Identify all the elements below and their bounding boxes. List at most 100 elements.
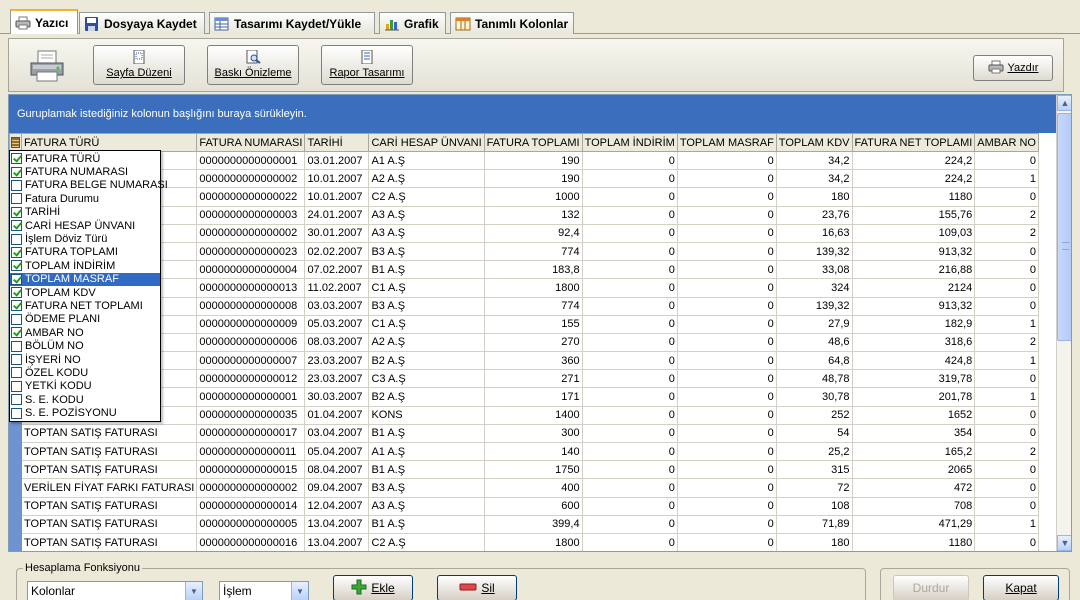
table-cell[interactable]: 139,32 xyxy=(775,296,853,316)
column-chooser-item[interactable]: BÖLÜM NO xyxy=(10,339,160,352)
column-header[interactable]: FATURA NET TOPLAMI xyxy=(851,133,976,152)
column-header[interactable]: FATURA TÜRÜ xyxy=(20,133,198,152)
checkbox[interactable] xyxy=(11,327,22,339)
table-cell[interactable]: 0 xyxy=(581,150,678,171)
table-cell[interactable]: 0 xyxy=(676,351,777,371)
table-cell[interactable]: 05.04.2007 xyxy=(304,441,370,462)
checkbox[interactable] xyxy=(11,340,22,352)
table-cell[interactable]: 30.01.2007 xyxy=(304,223,370,243)
table-cell[interactable]: 25,2 xyxy=(775,441,853,462)
table-cell[interactable]: 270 xyxy=(483,332,583,353)
table-cell[interactable]: 708 xyxy=(851,496,976,516)
table-cell[interactable]: 07.02.2007 xyxy=(304,260,370,280)
table-cell[interactable]: 155,76 xyxy=(851,205,976,225)
table-cell[interactable]: 0 xyxy=(676,241,777,262)
table-cell[interactable]: 165,2 xyxy=(851,441,976,462)
table-cell[interactable]: 201,78 xyxy=(851,387,976,407)
delete-button[interactable]: Sil xyxy=(437,575,517,600)
operation-combo[interactable]: İşlem ▼ xyxy=(219,581,309,600)
table-cell[interactable]: 0 xyxy=(974,369,1039,389)
table-cell[interactable]: 2124 xyxy=(851,278,976,298)
row-indicator[interactable] xyxy=(9,514,22,534)
checkbox[interactable] xyxy=(11,179,22,191)
table-cell[interactable]: 472 xyxy=(851,478,976,498)
checkbox[interactable] xyxy=(11,233,22,245)
column-header[interactable]: TOPLAM MASRAF xyxy=(676,133,777,152)
column-header[interactable]: TOPLAM KDV xyxy=(775,133,853,152)
table-cell[interactable]: 1 xyxy=(974,351,1039,371)
table-cell[interactable]: 190 xyxy=(483,150,583,171)
table-cell[interactable]: 34,2 xyxy=(775,169,853,189)
chevron-down-icon[interactable]: ▼ xyxy=(291,582,308,600)
table-cell[interactable]: 2 xyxy=(974,332,1039,353)
table-cell[interactable]: 1 xyxy=(974,169,1039,189)
table-cell[interactable]: 0 xyxy=(676,169,777,189)
table-cell[interactable]: 2065 xyxy=(851,460,976,480)
table-cell[interactable]: 2 xyxy=(974,205,1039,225)
row-indicator[interactable] xyxy=(9,441,22,462)
table-cell[interactable]: 132 xyxy=(483,205,583,225)
tab-defined-columns[interactable]: Tanımlı Kolonlar xyxy=(450,12,574,34)
table-row[interactable]: VERİLEN FİYAT FARKI FATURASI 000000000000… xyxy=(9,478,1039,498)
table-row[interactable]: 0000000000000004 07.02.2007 B1 A.Ş 183,8 0 0 3… xyxy=(9,260,1039,280)
table-row[interactable]: 0000000000000003 24.01.2007 A3 A.Ş 132 0 0 23,… xyxy=(9,205,1039,225)
table-cell[interactable]: 72 xyxy=(775,478,853,498)
table-row[interactable]: 0000000000000006 08.03.2007 A2 A.Ş 270 0 0 48,… xyxy=(9,332,1039,353)
scroll-down-button[interactable]: ▼ xyxy=(1057,535,1071,551)
table-cell[interactable]: 1180 xyxy=(851,187,976,207)
table-cell[interactable]: 139,32 xyxy=(775,241,853,262)
table-row[interactable]: TOPTAN SATIŞ FATURASI 0000000000000011 05.… xyxy=(9,441,1039,462)
column-header[interactable]: AMBAR NO xyxy=(974,133,1039,152)
table-cell[interactable]: 0 xyxy=(676,496,777,516)
table-cell[interactable]: 0000000000000002 xyxy=(196,223,306,243)
table-cell[interactable]: B3 A.Ş xyxy=(368,241,485,262)
column-chooser-item[interactable]: AMBAR NO xyxy=(10,326,160,339)
table-cell[interactable]: 24.01.2007 xyxy=(304,205,370,225)
table-cell[interactable]: 774 xyxy=(483,241,583,262)
table-cell[interactable]: 02.02.2007 xyxy=(304,241,370,262)
table-cell[interactable]: 0000000000000035 xyxy=(196,405,306,425)
column-chooser-item[interactable]: ÖDEME PLANI xyxy=(10,313,160,326)
table-cell[interactable]: 183,8 xyxy=(483,260,583,280)
row-indicator[interactable] xyxy=(9,478,22,498)
table-cell[interactable]: 03.01.2007 xyxy=(304,150,370,171)
table-cell[interactable]: TOPTAN SATIŞ FATURASI xyxy=(20,423,198,444)
table-cell[interactable]: 0 xyxy=(581,405,678,425)
table-cell[interactable]: 64,8 xyxy=(775,351,853,371)
table-cell[interactable]: 774 xyxy=(483,296,583,316)
table-row[interactable]: 0000000000000009 05.03.2007 C1 A.Ş 155 0 0 27,… xyxy=(9,314,1039,334)
table-cell[interactable]: 0 xyxy=(581,351,678,371)
tab-save-load-design[interactable]: Tasarımı Kaydet/Yükle xyxy=(209,12,375,34)
table-cell[interactable]: 0 xyxy=(676,423,777,444)
print-preview-button[interactable]: Baskı Önizleme xyxy=(207,45,299,85)
table-cell[interactable]: 0000000000000004 xyxy=(196,260,306,280)
table-row[interactable]: 0000000000000012 23.03.2007 C3 A.Ş 271 0 0 48,… xyxy=(9,369,1039,389)
table-cell[interactable]: A2 A.Ş xyxy=(368,332,485,353)
table-cell[interactable]: 23.03.2007 xyxy=(304,369,370,389)
row-indicator[interactable] xyxy=(9,496,22,516)
column-chooser-item[interactable]: İŞYERİ NO xyxy=(10,353,160,366)
table-cell[interactable]: TOPTAN SATIŞ FATURASI xyxy=(20,496,198,516)
table-cell[interactable]: A1 A.Ş xyxy=(368,441,485,462)
table-cell[interactable]: 0 xyxy=(676,296,777,316)
table-cell[interactable]: 318,6 xyxy=(851,332,976,353)
table-cell[interactable]: 0 xyxy=(676,478,777,498)
column-chooser-item[interactable]: S. E. KODU xyxy=(10,393,160,406)
table-cell[interactable]: 108 xyxy=(775,496,853,516)
tab-chart[interactable]: Grafik xyxy=(379,12,446,34)
table-cell[interactable]: 16,63 xyxy=(775,223,853,243)
table-cell[interactable]: 0000000000000015 xyxy=(196,460,306,480)
table-cell[interactable]: 913,32 xyxy=(851,241,976,262)
column-chooser-item[interactable]: FATURA NUMARASI xyxy=(10,165,160,178)
checkbox[interactable] xyxy=(11,313,22,325)
table-cell[interactable]: 0000000000000001 xyxy=(196,387,306,407)
table-cell[interactable]: 224,2 xyxy=(851,169,976,189)
table-cell[interactable]: 23.03.2007 xyxy=(304,351,370,371)
table-cell[interactable]: TOPTAN SATIŞ FATURASI xyxy=(20,532,198,551)
checkbox[interactable] xyxy=(11,220,22,232)
table-row[interactable]: 0000000000000008 03.03.2007 B3 A.Ş 774 0 0 139… xyxy=(9,296,1039,316)
table-cell[interactable]: A3 A.Ş xyxy=(368,496,485,516)
table-cell[interactable]: 0 xyxy=(581,260,678,280)
table-cell[interactable]: 0000000000000023 xyxy=(196,241,306,262)
table-cell[interactable]: 1652 xyxy=(851,405,976,425)
